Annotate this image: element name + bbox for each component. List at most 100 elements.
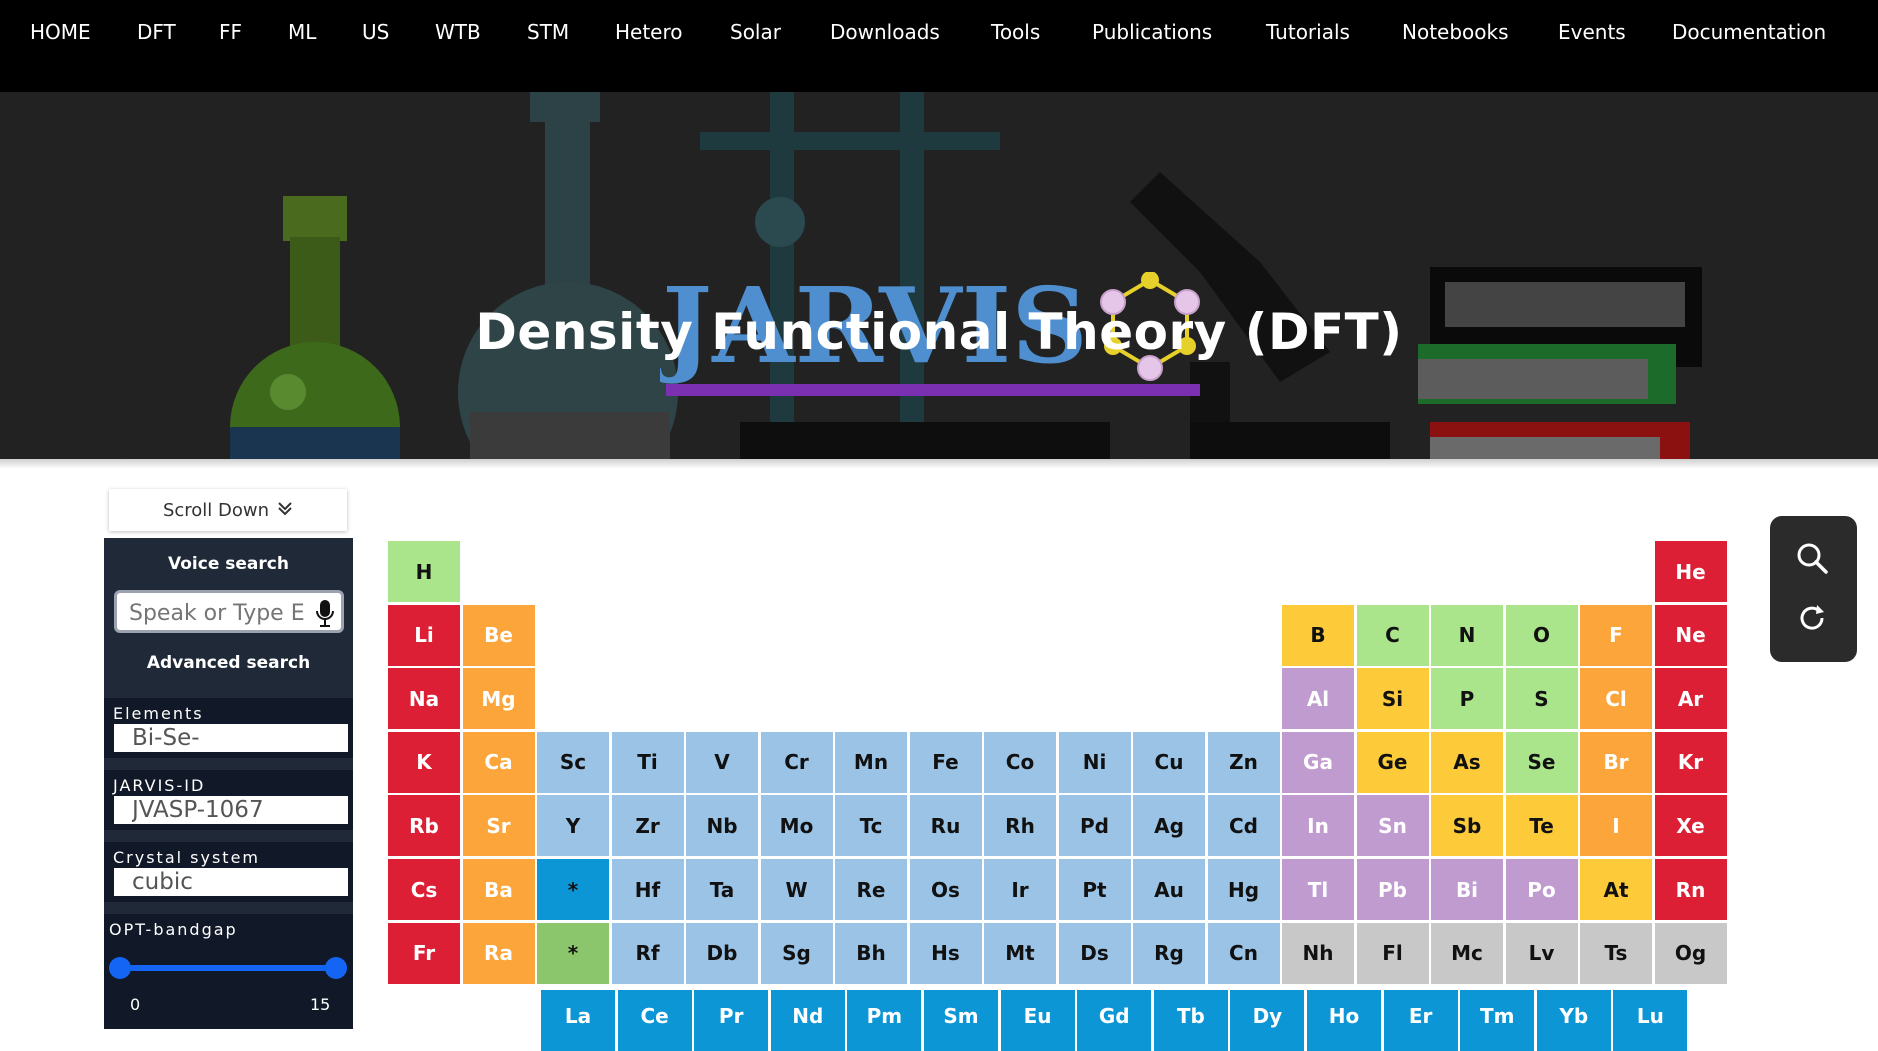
element-au[interactable]: Au: [1133, 859, 1205, 920]
element-rf[interactable]: Rf: [611, 922, 684, 984]
element-bh[interactable]: Bh: [835, 922, 907, 984]
nav-events[interactable]: Events: [1558, 20, 1626, 44]
element-mc[interactable]: Mc: [1431, 922, 1503, 984]
element-mt[interactable]: Mt: [984, 922, 1056, 984]
element-ir[interactable]: Ir: [984, 859, 1056, 920]
element-pt[interactable]: Pt: [1058, 859, 1131, 920]
element-as[interactable]: As: [1431, 731, 1503, 793]
element-rb[interactable]: Rb: [388, 795, 460, 857]
element-sc[interactable]: Sc: [537, 731, 609, 793]
element-p[interactable]: P: [1431, 668, 1503, 730]
element-ba[interactable]: Ba: [462, 859, 535, 920]
elements-input[interactable]: [114, 724, 348, 752]
element-ru[interactable]: Ru: [909, 795, 982, 857]
nav-tutorials[interactable]: Tutorials: [1266, 20, 1350, 44]
crystal-system-input[interactable]: [114, 868, 348, 896]
nav-documentation[interactable]: Documentation: [1672, 20, 1826, 44]
element-ta[interactable]: Ta: [686, 859, 758, 920]
element-nh[interactable]: Nh: [1282, 922, 1354, 984]
opt-bandgap-slider-track[interactable]: [120, 965, 336, 971]
element-o[interactable]: O: [1505, 604, 1578, 666]
element-db[interactable]: Db: [686, 922, 758, 984]
element-ag[interactable]: Ag: [1133, 795, 1205, 857]
element-in[interactable]: In: [1282, 795, 1354, 857]
element-kr[interactable]: Kr: [1654, 731, 1727, 793]
element-la[interactable]: La: [541, 990, 615, 1051]
element-ge[interactable]: Ge: [1356, 731, 1429, 793]
element-sr[interactable]: Sr: [462, 795, 535, 857]
element-yb[interactable]: Yb: [1536, 990, 1611, 1051]
nav-downloads[interactable]: Downloads: [830, 20, 940, 44]
element-bi[interactable]: Bi: [1431, 859, 1503, 920]
element-lu[interactable]: Lu: [1613, 990, 1688, 1051]
nav-stm[interactable]: STM: [527, 20, 569, 44]
element-i[interactable]: I: [1580, 795, 1652, 857]
element-mn[interactable]: Mn: [835, 731, 907, 793]
element-lanthanide-marker[interactable]: *: [537, 859, 609, 920]
nav-dft[interactable]: DFT: [137, 20, 176, 44]
element-k[interactable]: K: [388, 731, 460, 793]
element-pb[interactable]: Pb: [1356, 859, 1429, 920]
element-cu[interactable]: Cu: [1133, 731, 1205, 793]
jarvis-id-input[interactable]: [114, 796, 348, 824]
element-nd[interactable]: Nd: [770, 990, 845, 1051]
element-og[interactable]: Og: [1654, 922, 1727, 984]
element-po[interactable]: Po: [1505, 859, 1578, 920]
opt-bandgap-min-handle[interactable]: [109, 957, 131, 979]
element-ca[interactable]: Ca: [462, 731, 535, 793]
element-v[interactable]: V: [686, 731, 758, 793]
nav-publications[interactable]: Publications: [1092, 20, 1212, 44]
nav-wtb[interactable]: WTB: [435, 20, 481, 44]
element-sm[interactable]: Sm: [924, 990, 998, 1051]
element-li[interactable]: Li: [388, 604, 460, 666]
element-rn[interactable]: Rn: [1654, 859, 1727, 920]
element-pm[interactable]: Pm: [847, 990, 922, 1051]
element-er[interactable]: Er: [1383, 990, 1458, 1051]
element-cn[interactable]: Cn: [1207, 922, 1280, 984]
nav-ml[interactable]: ML: [288, 20, 316, 44]
element-ds[interactable]: Ds: [1058, 922, 1131, 984]
element-si[interactable]: Si: [1356, 668, 1429, 730]
element-ts[interactable]: Ts: [1580, 922, 1652, 984]
element-sg[interactable]: Sg: [760, 922, 833, 984]
element-mo[interactable]: Mo: [760, 795, 833, 857]
element-cs[interactable]: Cs: [388, 859, 460, 920]
scroll-down-button[interactable]: Scroll Down: [109, 489, 347, 531]
element-at[interactable]: At: [1580, 859, 1652, 920]
element-xe[interactable]: Xe: [1654, 795, 1727, 857]
element-tb[interactable]: Tb: [1153, 990, 1228, 1051]
element-b[interactable]: B: [1282, 604, 1354, 666]
element-f[interactable]: F: [1580, 604, 1652, 666]
element-fe[interactable]: Fe: [909, 731, 982, 793]
nav-solar[interactable]: Solar: [730, 20, 781, 44]
element-n[interactable]: N: [1431, 604, 1503, 666]
element-sb[interactable]: Sb: [1431, 795, 1503, 857]
element-he[interactable]: He: [1654, 541, 1727, 602]
element-zr[interactable]: Zr: [611, 795, 684, 857]
element-lv[interactable]: Lv: [1505, 922, 1578, 984]
element-cl[interactable]: Cl: [1580, 668, 1652, 730]
element-re[interactable]: Re: [835, 859, 907, 920]
element-co[interactable]: Co: [984, 731, 1056, 793]
element-cd[interactable]: Cd: [1207, 795, 1280, 857]
element-ti[interactable]: Ti: [611, 731, 684, 793]
nav-ff[interactable]: FF: [219, 20, 242, 44]
element-ra[interactable]: Ra: [462, 922, 535, 984]
element-hf[interactable]: Hf: [611, 859, 684, 920]
element-ga[interactable]: Ga: [1282, 731, 1354, 793]
element-ho[interactable]: Ho: [1307, 990, 1381, 1051]
element-y[interactable]: Y: [537, 795, 609, 857]
element-te[interactable]: Te: [1505, 795, 1578, 857]
element-c[interactable]: C: [1356, 604, 1429, 666]
element-mg[interactable]: Mg: [462, 668, 535, 730]
element-dy[interactable]: Dy: [1230, 990, 1305, 1051]
microphone-icon[interactable]: [316, 599, 334, 633]
element-hs[interactable]: Hs: [909, 922, 982, 984]
element-rh[interactable]: Rh: [984, 795, 1056, 857]
nav-notebooks[interactable]: Notebooks: [1402, 20, 1509, 44]
element-br[interactable]: Br: [1580, 731, 1652, 793]
element-zn[interactable]: Zn: [1207, 731, 1280, 793]
element-pr[interactable]: Pr: [694, 990, 769, 1051]
element-ne[interactable]: Ne: [1654, 604, 1727, 666]
element-nb[interactable]: Nb: [686, 795, 758, 857]
